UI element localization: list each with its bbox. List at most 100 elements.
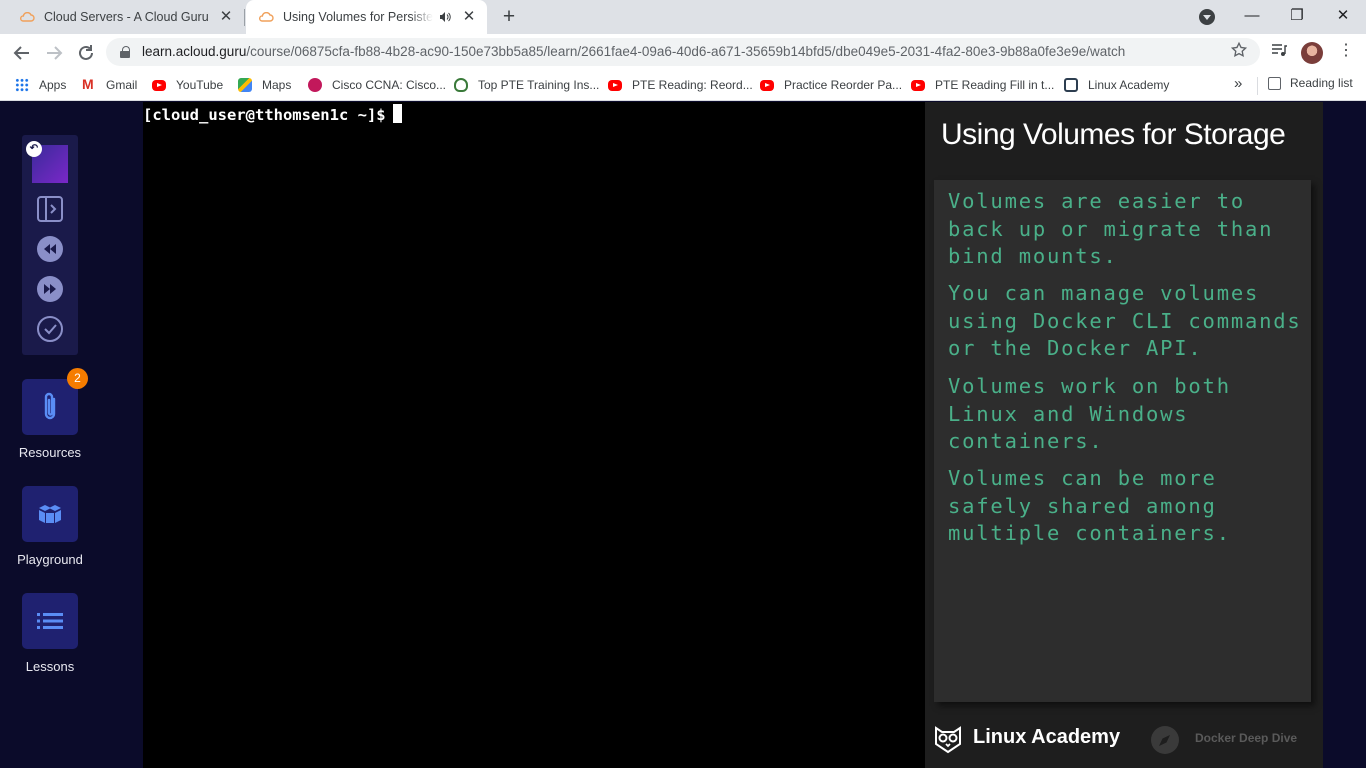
paperclip-icon [44, 392, 56, 420]
youtube-icon [760, 79, 774, 91]
bookmark-linux-academy[interactable]: Linux Academy [1064, 76, 1169, 94]
bookmark-label: Gmail [106, 78, 138, 92]
tab-separator [244, 9, 245, 26]
window-close-button[interactable]: ✕ [1331, 5, 1355, 27]
slide-content-panel: Volumes are easier to back up or migrate… [934, 180, 1311, 702]
lessons-button[interactable] [22, 593, 78, 649]
tab-cloud-servers[interactable]: Cloud Servers - A Cloud Guru ✕ [8, 0, 244, 34]
back-arrow-icon[interactable] [10, 41, 34, 65]
audio-playing-icon[interactable] [439, 11, 451, 23]
browser-toolbar: learn.acloud.guru/course/06875cfa-fb88-4… [0, 34, 1366, 70]
browser-menu-icon[interactable]: ⋮ [1338, 41, 1354, 61]
bookmark-label: PTE Reading: Reord... [632, 78, 753, 92]
tab-search-icon[interactable] [1199, 9, 1215, 25]
bookmark-label: Linux Academy [1088, 78, 1170, 92]
bookmark-pte-fill[interactable]: PTE Reading Fill in t... [911, 76, 1054, 94]
url-text[interactable]: learn.acloud.guru/course/06875cfa-fb88-4… [142, 38, 1125, 66]
reading-list-icon [1268, 76, 1281, 90]
slide-bullet: Volumes are easier to back up or migrate… [948, 189, 1274, 268]
bookmark-cisco[interactable]: Cisco CCNA: Cisco... [308, 76, 446, 94]
toggle-sidebar-icon[interactable] [35, 194, 65, 224]
bookmarks-overflow-icon[interactable]: » [1234, 75, 1242, 92]
bookmark-star-icon[interactable] [1230, 41, 1248, 59]
bookmark-gmail[interactable]: Gmail [82, 76, 137, 94]
tab-close-icon[interactable]: ✕ [461, 9, 477, 25]
slide-course-name: Docker Deep Dive [1195, 731, 1298, 745]
bookmark-label: Practice Reorder Pa... [784, 78, 903, 92]
bookmark-label: Apps [39, 78, 67, 92]
docker-deep-dive-compass-icon [1151, 726, 1179, 754]
reading-list-button[interactable]: Reading list [1268, 76, 1353, 90]
bookmark-label: YouTube [176, 78, 224, 92]
slide-bullet: You can manage volumes using Docker CLI … [948, 281, 1302, 360]
bookmark-maps[interactable]: Maps [238, 76, 291, 94]
resources-label[interactable]: Resources [0, 445, 100, 460]
maps-icon [238, 78, 252, 92]
lessons-label[interactable]: Lessons [0, 659, 100, 674]
youtube-icon [608, 79, 622, 91]
course-sidebar: ↶ 2 Resources Playground Lessons [0, 102, 100, 768]
tab-title: Cloud Servers - A Cloud Guru [44, 10, 209, 24]
bookmark-label: PTE Reading Fill in t... [935, 78, 1055, 92]
slide-bullet: Volumes work on both Linux and Windows c… [948, 374, 1231, 453]
pte-icon [454, 78, 468, 92]
restore-button[interactable]: ❐ [1285, 5, 1309, 27]
back-to-course-icon[interactable]: ↶ [26, 141, 42, 157]
browser-tab-strip: Cloud Servers - A Cloud Guru ✕ Using Vol… [0, 0, 1366, 34]
youtube-icon [911, 79, 925, 91]
slide-footer: Linux Academy Docker Deep Dive [925, 712, 1323, 768]
address-bar[interactable]: learn.acloud.guru/course/06875cfa-fb88-4… [106, 38, 1260, 66]
cubes-icon [39, 505, 61, 523]
tab-title: Using Volumes for Persistent [283, 10, 433, 24]
bookmark-apps[interactable]: Apps [15, 76, 66, 94]
bookmarks-bar: Apps Gmail YouTube Maps Cisco CCNA: Cisc… [0, 70, 1366, 101]
cisco-icon [308, 78, 322, 92]
linux-academy-owl-icon [935, 726, 961, 754]
bookmark-pte-training[interactable]: Top PTE Training Ins... [454, 76, 599, 94]
prompt-text: [cloud_user@tthomsen1c ~]$ [143, 106, 386, 124]
slide-brand: Linux Academy [973, 726, 1121, 748]
youtube-icon [152, 79, 166, 91]
profile-avatar[interactable] [1301, 42, 1323, 64]
cloud-icon [20, 12, 35, 22]
lock-icon[interactable] [120, 46, 130, 58]
rewind-icon[interactable] [35, 234, 65, 264]
linux-academy-icon [1064, 78, 1078, 92]
playground-button[interactable] [22, 486, 78, 542]
bookmark-label: Maps [262, 78, 292, 92]
bookmark-label: Cisco CCNA: Cisco... [332, 78, 447, 92]
bookmark-practice-reorder[interactable]: Practice Reorder Pa... [760, 76, 902, 94]
course-thumbnail[interactable]: ↶ [26, 141, 68, 183]
page-right-margin [1323, 102, 1366, 768]
playground-label[interactable]: Playground [0, 552, 100, 567]
minimize-button[interactable]: — [1240, 5, 1264, 27]
video-slide: Using Volumes for Storage Volumes are ea… [925, 102, 1323, 768]
player-controls-panel: ↶ [22, 135, 78, 355]
url-host: learn.acloud.guru [142, 44, 247, 59]
bookmark-label: Top PTE Training Ins... [478, 78, 600, 92]
lesson-page: ↶ 2 Resources Playground Lessons [cloud_… [0, 102, 1366, 768]
resources-button[interactable] [22, 379, 78, 435]
cloud-icon [259, 12, 274, 22]
resources-count-badge: 2 [67, 368, 88, 389]
media-control-icon[interactable] [1270, 41, 1288, 59]
forward-arrow-icon[interactable] [42, 41, 66, 65]
mark-complete-icon[interactable] [35, 314, 65, 344]
tab-using-volumes[interactable]: Using Volumes for Persistent ✕ [246, 0, 487, 34]
slide-bullet: Volumes can be more safely shared among … [948, 466, 1231, 545]
bookmark-youtube[interactable]: YouTube [152, 76, 223, 94]
list-icon [37, 613, 63, 629]
tab-close-icon[interactable]: ✕ [218, 9, 234, 25]
bookmark-pte-reading[interactable]: PTE Reading: Reord... [608, 76, 753, 94]
bookmarks-divider [1257, 77, 1258, 95]
terminal-prompt: [cloud_user@tthomsen1c ~]$ [143, 104, 402, 124]
slide-title: Using Volumes for Storage [941, 118, 1286, 151]
apps-grid-icon [15, 78, 29, 92]
new-tab-button[interactable]: + [497, 6, 521, 28]
video-terminal-area[interactable]: [cloud_user@tthomsen1c ~]$ [143, 102, 925, 768]
reading-list-label: Reading list [1290, 76, 1353, 90]
url-path: /course/06875cfa-fb88-4b28-ac90-150e73bb… [246, 44, 1126, 59]
gmail-icon [82, 76, 96, 92]
fast-forward-icon[interactable] [35, 274, 65, 304]
reload-icon[interactable] [74, 41, 98, 65]
